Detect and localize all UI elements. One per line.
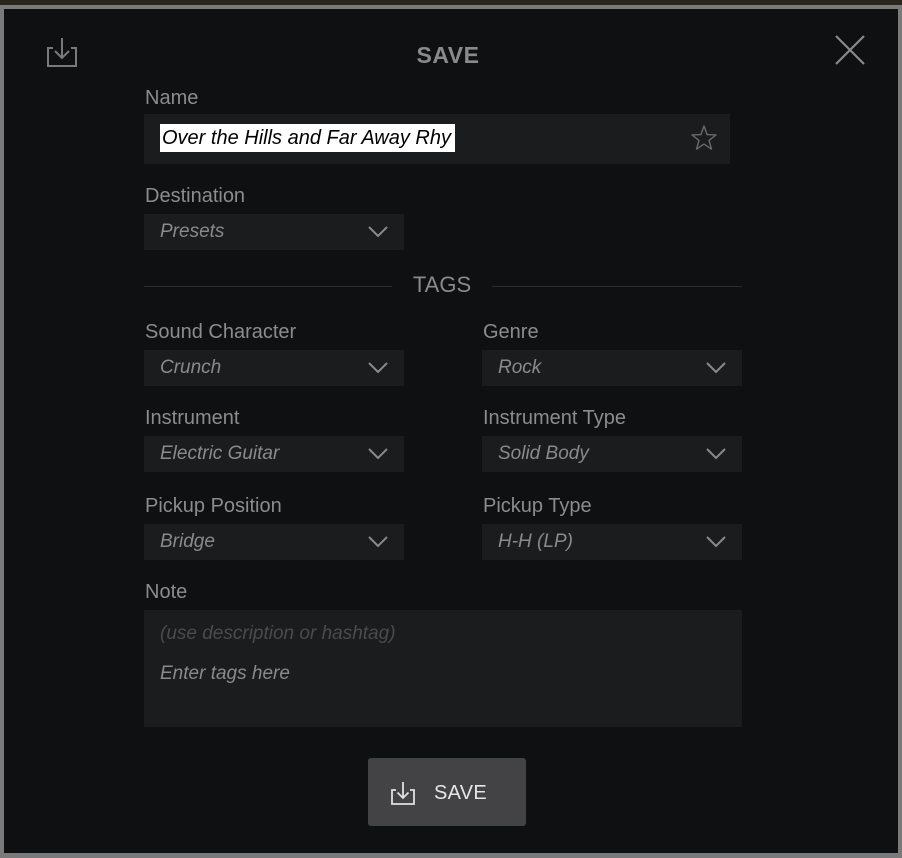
pickup-type-select[interactable]: H-H (LP): [482, 524, 742, 560]
save-download-icon: [391, 782, 415, 805]
tags-divider-left: [144, 286, 392, 287]
destination-value: Presets: [160, 221, 225, 242]
chevron-down-icon: [368, 536, 388, 548]
pickup-type-value: H-H (LP): [498, 531, 573, 552]
sound-character-select[interactable]: Crunch: [144, 350, 404, 386]
name-label: Name: [145, 87, 199, 109]
destination-select[interactable]: Presets: [144, 214, 404, 250]
genre-select[interactable]: Rock: [482, 350, 742, 386]
note-label: Note: [145, 581, 188, 603]
pickup-type-label: Pickup Type: [483, 495, 592, 517]
save-button[interactable]: SAVE: [368, 758, 526, 826]
chevron-down-icon: [368, 226, 388, 238]
dialog-title: SAVE: [416, 42, 480, 68]
chevron-down-icon: [368, 362, 388, 374]
star-outline-icon[interactable]: [690, 124, 718, 152]
instrument-value: Electric Guitar: [160, 443, 280, 464]
genre-value: Rock: [498, 357, 542, 378]
tags-divider-right: [492, 286, 742, 287]
instrument-select[interactable]: Electric Guitar: [144, 436, 404, 472]
chevron-down-icon: [706, 536, 726, 548]
pickup-position-value: Bridge: [160, 531, 215, 552]
destination-label: Destination: [145, 185, 246, 207]
instrument-type-select[interactable]: Solid Body: [482, 436, 742, 472]
instrument-label: Instrument: [145, 407, 240, 429]
note-textarea[interactable]: (use description or hashtag) Enter tags …: [144, 610, 742, 727]
name-input[interactable]: Over the Hills and Far Away Rhy: [144, 114, 730, 164]
sound-character-label: Sound Character: [145, 321, 297, 343]
save-button-label: SAVE: [434, 782, 488, 804]
name-input-value[interactable]: Over the Hills and Far Away Rhy: [160, 124, 455, 152]
note-hint: (use description or hashtag): [160, 623, 396, 644]
sound-character-value: Crunch: [160, 357, 222, 378]
instrument-type-label: Instrument Type: [483, 407, 627, 429]
chevron-down-icon: [368, 448, 388, 460]
chevron-down-icon: [706, 448, 726, 460]
genre-label: Genre: [483, 321, 539, 343]
pickup-position-label: Pickup Position: [145, 495, 282, 517]
chevron-down-icon: [706, 362, 726, 374]
note-placeholder: Enter tags here: [160, 663, 290, 684]
pickup-position-select[interactable]: Bridge: [144, 524, 404, 560]
instrument-type-value: Solid Body: [498, 443, 589, 464]
save-dialog: SAVE Name Over the Hills and Far Away Rh…: [0, 5, 902, 858]
close-icon[interactable]: [834, 34, 866, 66]
tags-heading: TAGS: [412, 272, 472, 297]
